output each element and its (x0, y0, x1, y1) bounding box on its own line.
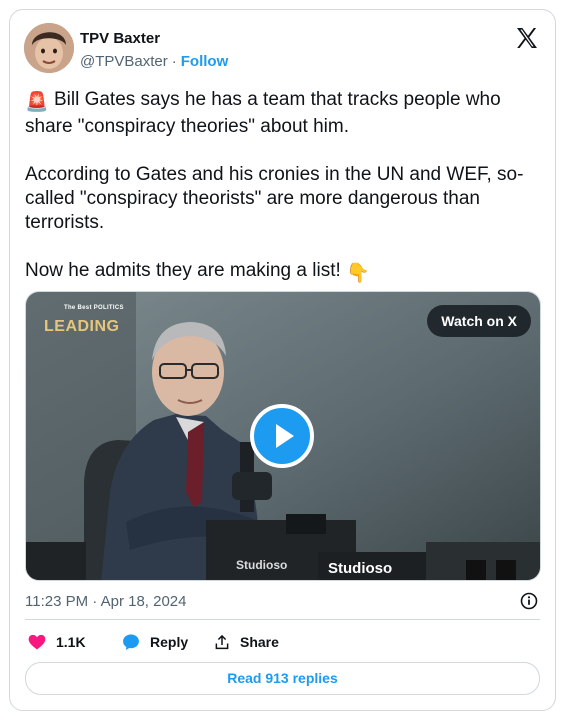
mic-label-left: Studioso (236, 558, 288, 572)
share-upload-icon (215, 634, 229, 650)
tweet-card: TPV Baxter @TPVBaxter · Follow 🚨 Bill Gate… (9, 9, 556, 711)
info-icon[interactable] (520, 592, 538, 615)
share-label: Share (240, 634, 279, 650)
pointing-down-emoji-icon: 👇 (346, 263, 370, 284)
watch-on-x-button[interactable]: Watch on X (427, 305, 531, 337)
reply-label: Reply (150, 634, 189, 650)
play-button[interactable] (250, 404, 314, 468)
tweet-line-1: Bill Gates says he has a team that track… (25, 89, 501, 137)
reply-bubble-icon (123, 634, 139, 650)
avatar[interactable] (24, 23, 74, 73)
author-handle-row: @TPVBaxter · Follow (80, 53, 228, 70)
like-count: 1.1K (56, 634, 86, 650)
reply-button[interactable]: Reply (121, 631, 188, 653)
siren-emoji-icon: 🚨 (25, 92, 49, 113)
tweet-timestamp[interactable]: 11:23 PM · Apr 18, 2024 (25, 593, 187, 610)
x-logo-icon[interactable] (515, 26, 539, 50)
overlay-brand-text: LEADING (44, 318, 120, 335)
author-name[interactable]: TPV Baxter (80, 30, 160, 47)
tweet-paragraph-1: 🚨 Bill Gates says he has a team that tra… (25, 88, 545, 139)
tweet-line-3: Now he admits they are making a list! (25, 260, 341, 281)
handle-separator: · (171, 53, 177, 70)
author-handle[interactable]: @TPVBaxter (80, 53, 168, 70)
divider (25, 619, 540, 620)
tweet-text: 🚨 Bill Gates says he has a team that tra… (25, 88, 545, 286)
read-replies-button[interactable]: Read 913 replies (25, 662, 540, 695)
follow-link[interactable]: Follow (181, 53, 229, 70)
tweet-paragraph-2: According to Gates and his cronies in th… (25, 164, 524, 233)
overlay-small-text: The Best POLITICS (64, 305, 124, 311)
play-icon (276, 424, 294, 448)
mic-label-right: Studioso (328, 560, 393, 577)
heart-icon (28, 634, 46, 650)
video-media[interactable]: The Best POLITICS LEADING Studioso Studi… (25, 291, 541, 581)
like-button[interactable]: 1.1K (27, 631, 86, 653)
tweet-paragraph-3: Now he admits they are making a list! 👇 (25, 259, 545, 286)
share-button[interactable]: Share (213, 631, 279, 653)
